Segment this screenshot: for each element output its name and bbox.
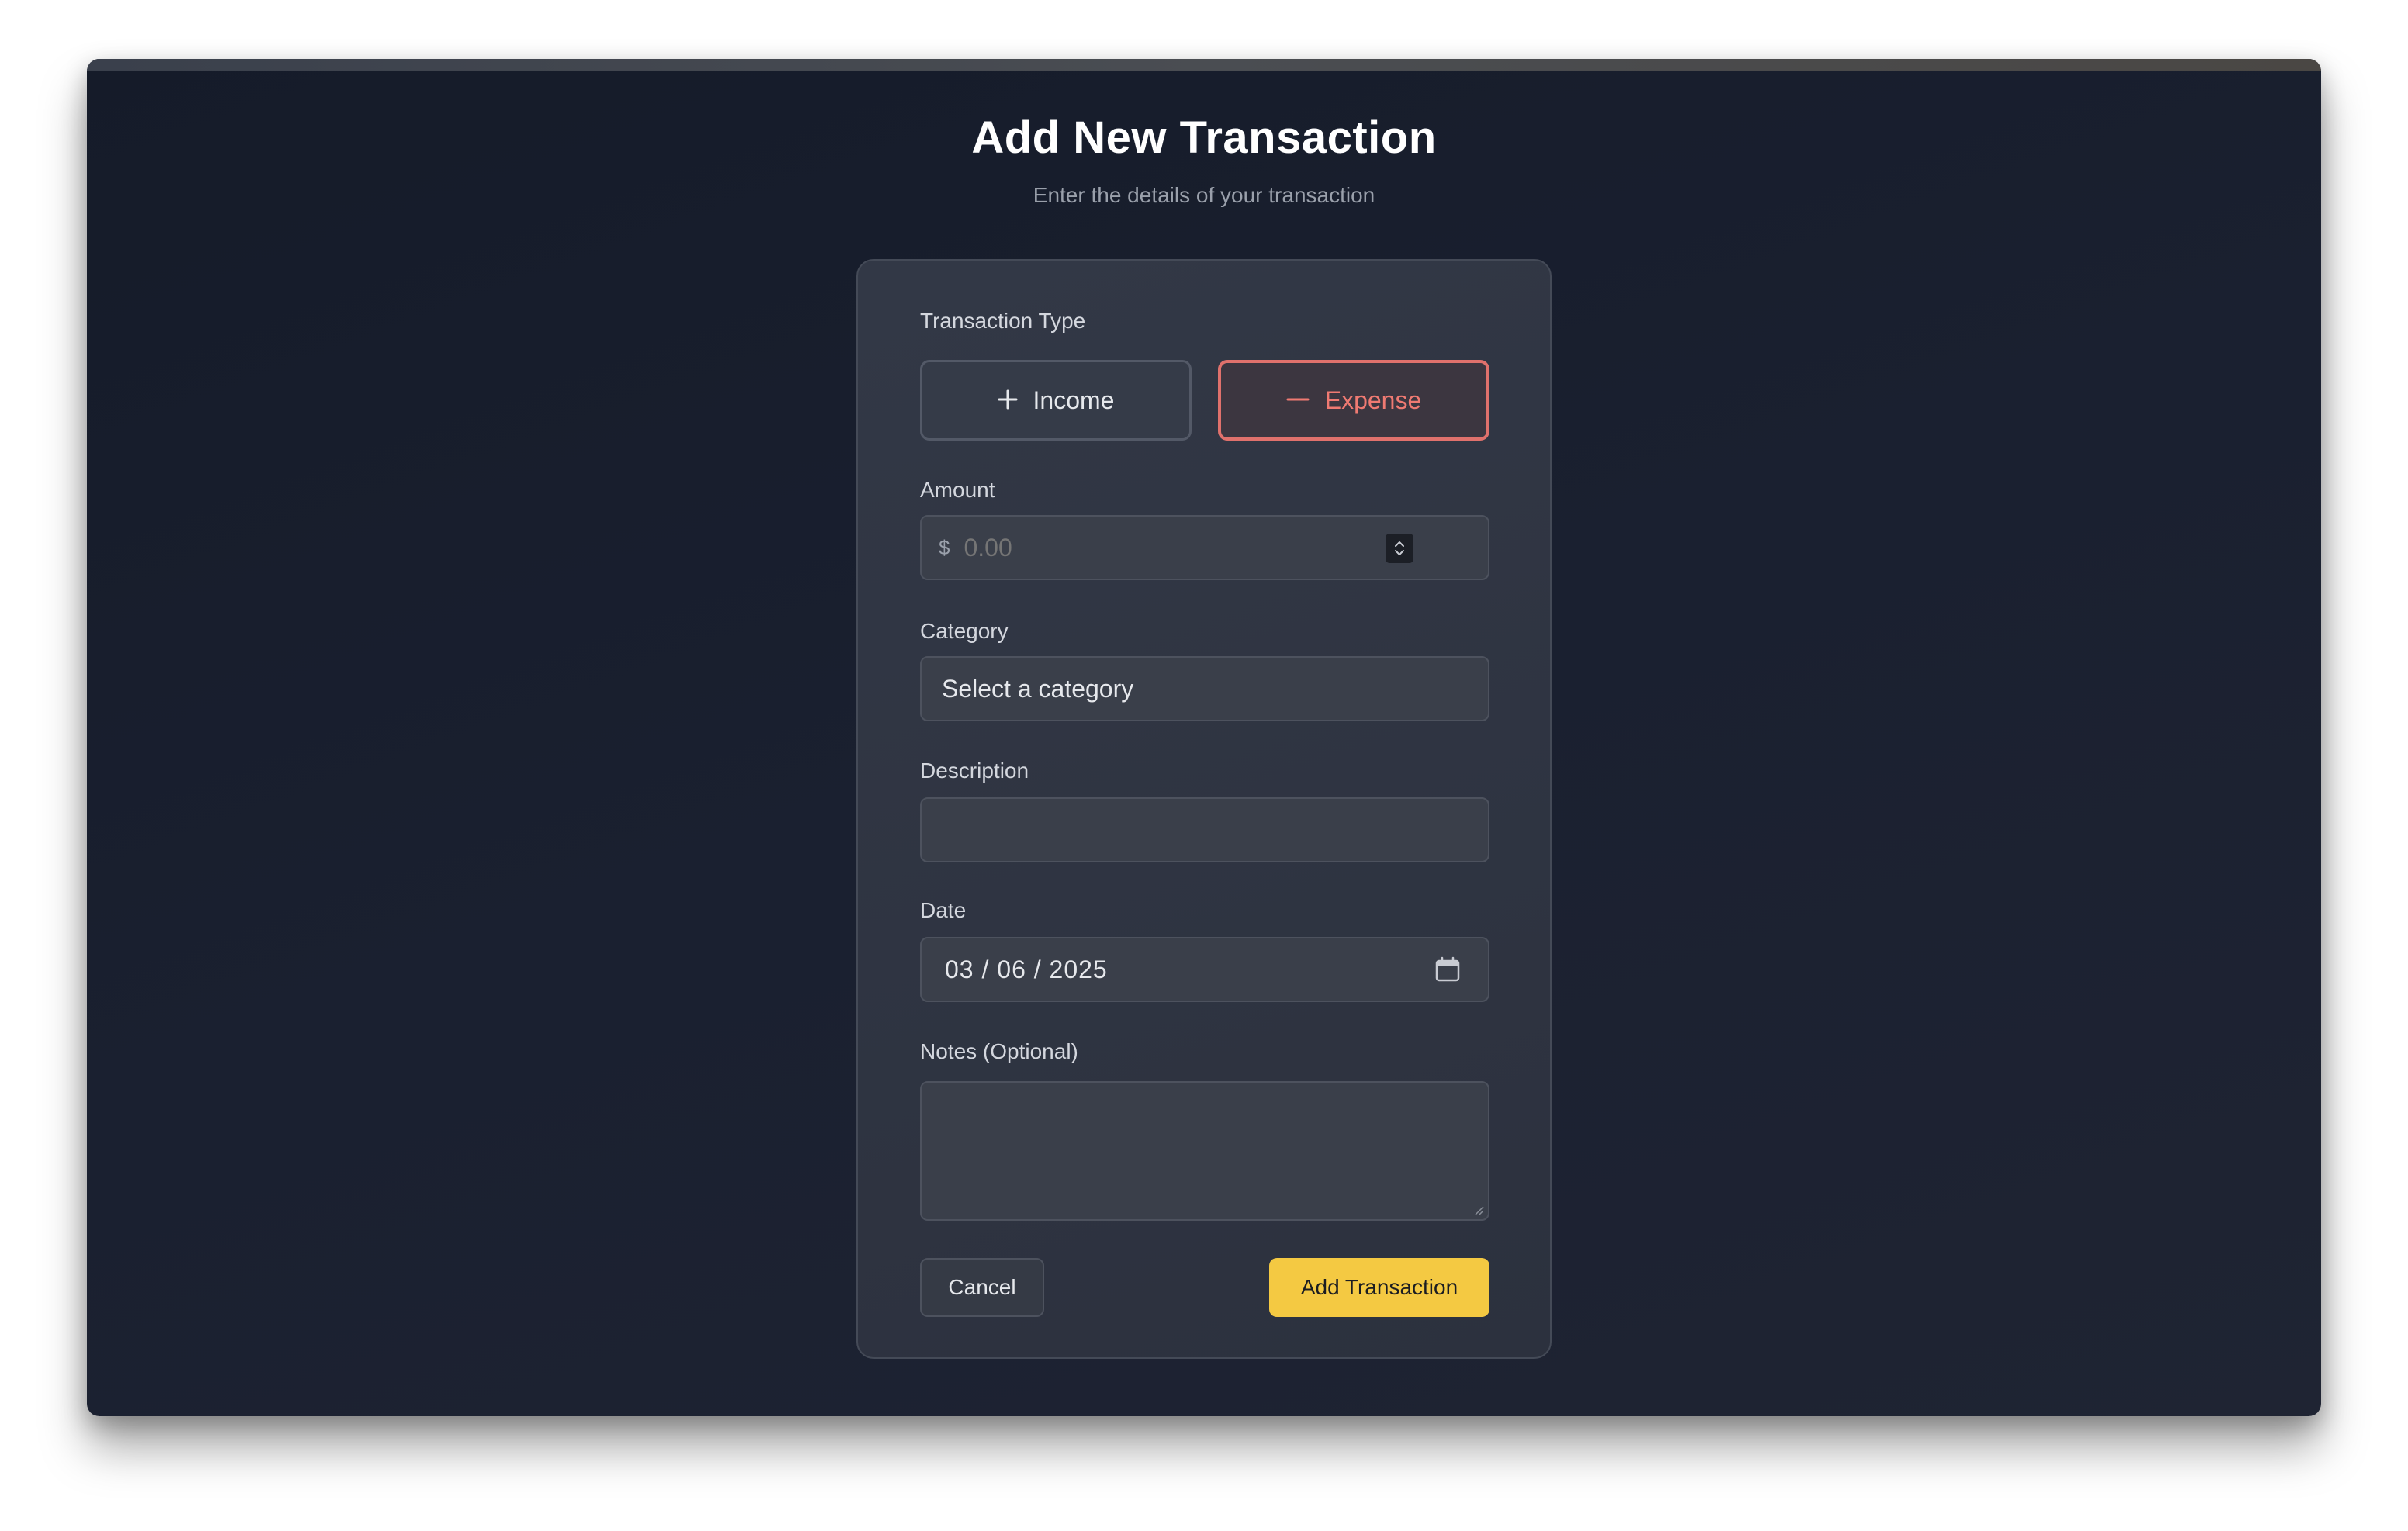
- plus-icon: [998, 385, 1018, 415]
- date-value: 03 / 06 / 2025: [945, 955, 1108, 983]
- description-label: Description: [920, 759, 1029, 783]
- category-selected-value: Select a category: [942, 674, 1134, 703]
- amount-field[interactable]: $: [920, 515, 1489, 580]
- stepper-arrows-icon: [1395, 541, 1404, 555]
- category-label: Category: [920, 619, 1009, 643]
- income-button[interactable]: Income: [920, 360, 1192, 441]
- add-transaction-button[interactable]: Add Transaction: [1269, 1258, 1489, 1317]
- category-select[interactable]: Select a category: [920, 656, 1489, 721]
- resize-grip-icon[interactable]: [1472, 1204, 1485, 1216]
- description-input[interactable]: [920, 797, 1489, 862]
- transaction-type-label: Transaction Type: [920, 309, 1086, 333]
- minus-icon: [1286, 385, 1310, 415]
- notes-label: Notes (Optional): [920, 1039, 1078, 1063]
- amount-label: Amount: [920, 478, 995, 502]
- calendar-icon[interactable]: [1434, 956, 1462, 983]
- income-label: Income: [1033, 385, 1115, 414]
- page-title: Add New Transaction: [971, 112, 1437, 163]
- transaction-form-card: Transaction Type Income Expense Amount $: [856, 259, 1552, 1359]
- date-input[interactable]: 03 / 06 / 2025: [920, 937, 1489, 1002]
- app-window: Add New Transaction Enter the details of…: [87, 59, 2321, 1416]
- window-top-border: [87, 59, 2321, 71]
- expense-label: Expense: [1324, 385, 1422, 414]
- page-subtitle: Enter the details of your transaction: [1033, 183, 1375, 207]
- cancel-button[interactable]: Cancel: [920, 1258, 1044, 1317]
- currency-symbol: $: [939, 535, 950, 559]
- date-label: Date: [920, 898, 967, 922]
- notes-textarea[interactable]: [920, 1081, 1489, 1221]
- amount-input[interactable]: [964, 533, 1368, 562]
- amount-stepper[interactable]: [1386, 534, 1413, 563]
- expense-button[interactable]: Expense: [1218, 360, 1489, 441]
